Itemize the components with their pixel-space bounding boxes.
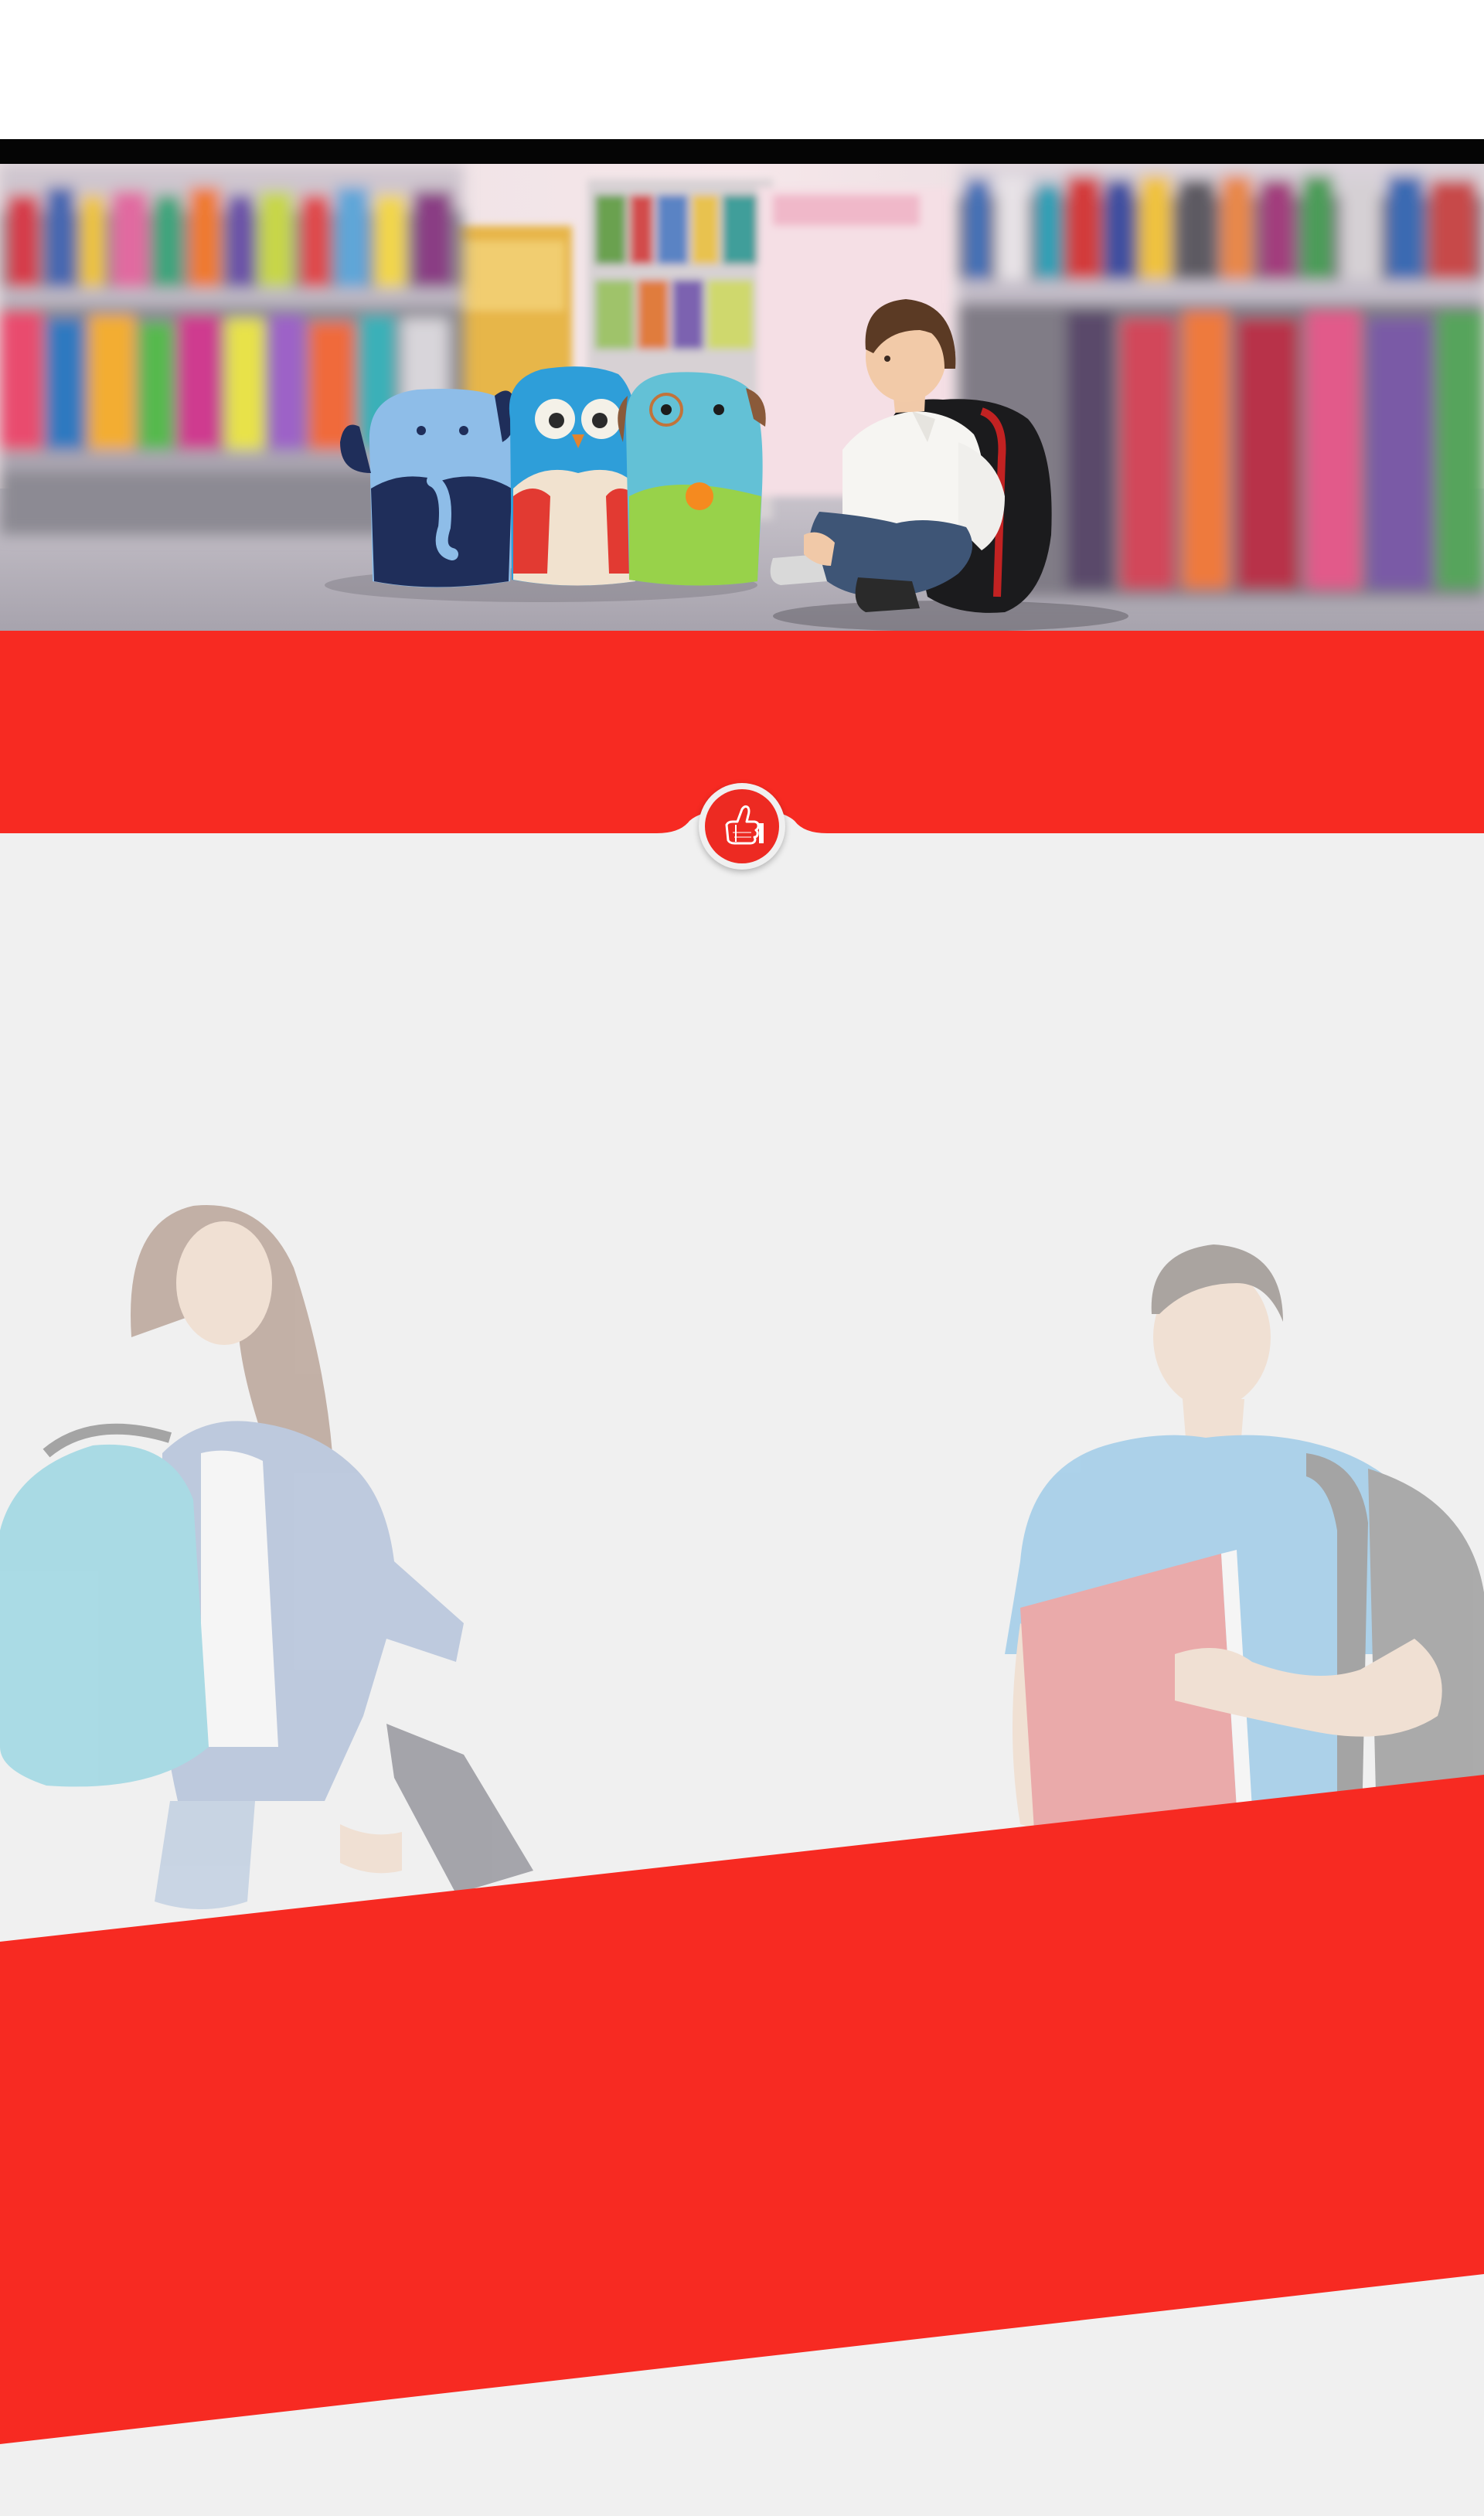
dog-backpack [618,372,766,586]
diagonal-red-stripe [0,1775,1484,2444]
hero-illustration [0,164,1484,631]
top-spacer [0,0,1484,139]
thumbs-up-badge [699,783,785,870]
owl-backpack [509,366,641,586]
thumbs-up-icon [725,805,764,845]
hero-banner [0,164,1484,631]
top-black-bar [0,139,1484,164]
badge-circle [705,789,779,863]
banner-page [0,0,1484,2516]
